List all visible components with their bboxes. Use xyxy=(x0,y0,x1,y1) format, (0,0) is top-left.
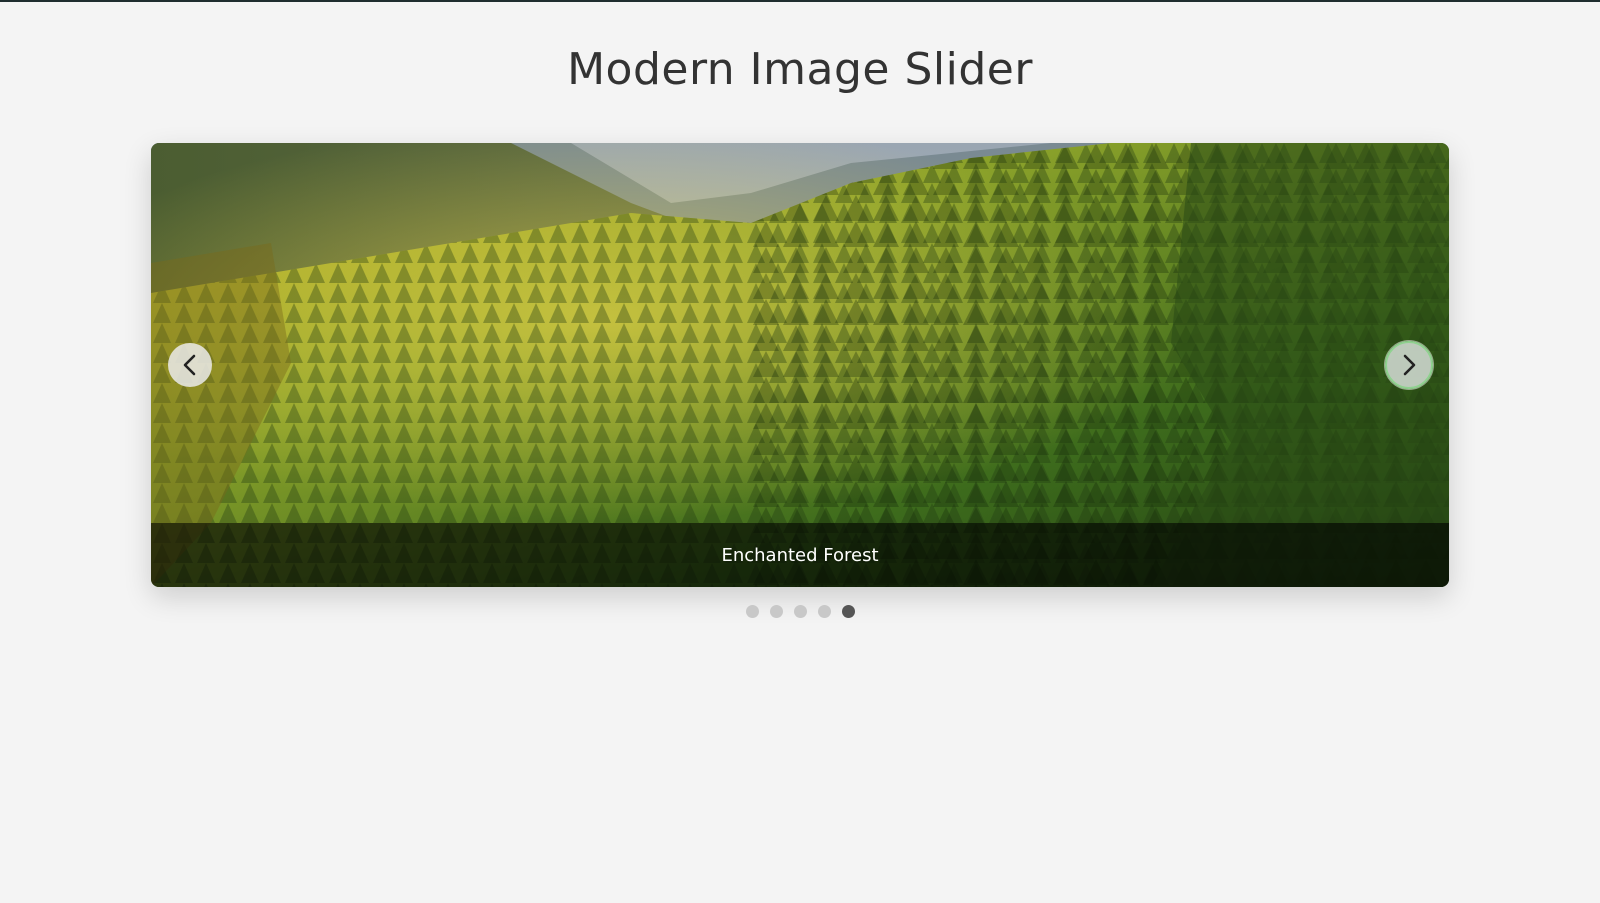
next-slide-button[interactable] xyxy=(1385,341,1433,389)
slide-dot-4[interactable] xyxy=(817,605,831,618)
slide-dot-2[interactable] xyxy=(769,605,783,618)
slide-dot-1[interactable] xyxy=(745,605,759,618)
slide-caption: Enchanted Forest xyxy=(721,544,879,566)
chevron-right-icon xyxy=(1403,354,1416,376)
top-border xyxy=(0,0,1600,2)
previous-slide-button[interactable] xyxy=(168,343,212,387)
chevron-left-icon xyxy=(183,354,196,376)
slide-indicators xyxy=(0,605,1600,618)
image-slider: Enchanted Forest xyxy=(151,143,1449,587)
slide-caption-bar: Enchanted Forest xyxy=(151,523,1449,587)
slide-dot-3[interactable] xyxy=(793,605,807,618)
slide-image xyxy=(151,143,1449,587)
page-title: Modern Image Slider xyxy=(567,44,1033,95)
slide-dot-5[interactable] xyxy=(841,605,855,618)
